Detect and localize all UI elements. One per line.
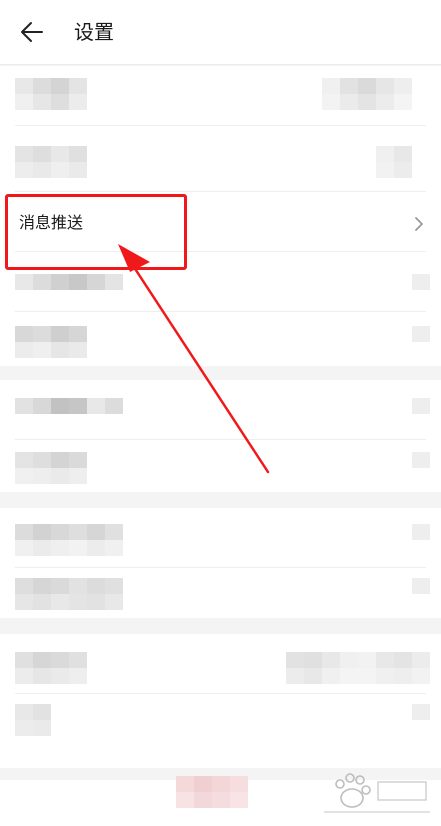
blurred-label: [15, 78, 87, 110]
blurred-chevron: [412, 452, 430, 468]
blurred-label: [15, 452, 87, 484]
settings-row-blurred-2[interactable]: [0, 132, 441, 192]
settings-row-blurred-1[interactable]: [0, 66, 441, 126]
blurred-label: [15, 398, 123, 414]
blurred-label: [15, 274, 123, 290]
settings-section-1: 消息推送: [0, 66, 441, 366]
settings-section-2: [0, 380, 441, 492]
blurred-label: [15, 704, 51, 736]
blurred-label: [15, 652, 87, 684]
settings-row-blurred-6[interactable]: [0, 440, 441, 500]
settings-section-4: [0, 634, 441, 768]
row-divider: [15, 125, 426, 126]
blurred-chevron: [376, 146, 412, 178]
chevron-right-icon: [415, 217, 423, 231]
blurred-label: [15, 524, 123, 556]
blurred-chevron: [412, 398, 430, 414]
blurred-chevron: [412, 274, 430, 290]
settings-row-blurred-7[interactable]: [0, 508, 441, 568]
blurred-chevron: [412, 524, 430, 540]
page-title: 设置: [74, 20, 114, 44]
settings-row-blurred-10[interactable]: [0, 694, 441, 754]
blurred-chevron: [412, 704, 430, 720]
blurred-label: [15, 326, 87, 358]
settings-section-3: [0, 508, 441, 618]
back-button[interactable]: [14, 16, 50, 48]
arrow-left-icon: [21, 22, 43, 42]
settings-item-message-push[interactable]: 消息推送: [0, 192, 441, 252]
app-header: 设置: [0, 0, 441, 65]
blurred-chevron: [412, 326, 430, 342]
blurred-label: [15, 578, 123, 610]
blurred-label: [15, 146, 87, 178]
settings-row-blurred-4[interactable]: [0, 312, 441, 372]
settings-row-blurred-5[interactable]: [0, 380, 441, 440]
settings-row-blurred-3[interactable]: [0, 252, 441, 312]
settings-row-blurred-8[interactable]: [0, 564, 441, 618]
settings-row-blurred-9[interactable]: [0, 634, 441, 694]
blurred-value: [322, 78, 412, 110]
settings-item-label: 消息推送: [19, 213, 84, 232]
blurred-button[interactable]: [176, 776, 248, 808]
blurred-value: [286, 652, 430, 684]
watermark-logo: [324, 773, 430, 813]
blurred-chevron: [412, 578, 430, 594]
